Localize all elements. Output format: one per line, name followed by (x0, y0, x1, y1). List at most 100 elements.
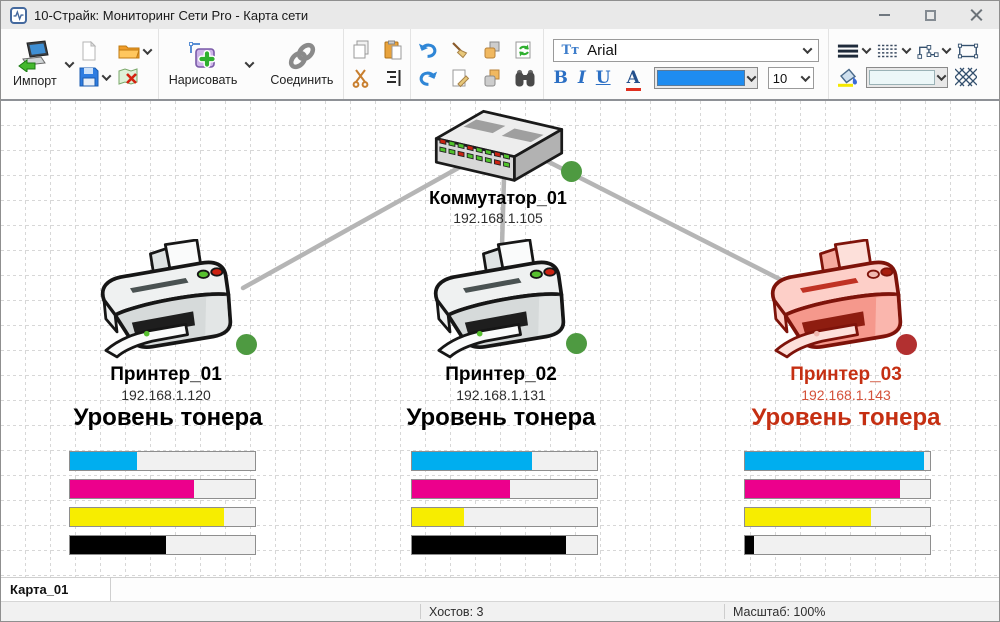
font-size-select[interactable]: 10 (768, 67, 814, 89)
toner-bar-cyan (411, 451, 598, 471)
printer1-label: Принтер_01 192.168.1.120 (46, 364, 286, 403)
align-lines-icon (383, 68, 403, 88)
printer3-ip: 192.168.1.143 (726, 387, 966, 403)
tab-map-01[interactable]: Карта_01 (1, 578, 111, 601)
font-family-select[interactable]: Tт Arial (553, 39, 819, 62)
font-family-value: Arial (587, 42, 796, 59)
toner-bar-magenta (69, 479, 256, 499)
send-backward-icon (482, 68, 502, 88)
paste-button[interactable] (383, 40, 403, 60)
select-area-button[interactable] (957, 41, 979, 61)
chain-link-icon (287, 41, 317, 71)
printer3-toner-title: Уровень тонера (726, 404, 966, 432)
redo-icon (418, 68, 438, 88)
statusbar-divider (420, 604, 421, 619)
line-style-icon (877, 41, 899, 61)
find-button[interactable] (514, 68, 536, 88)
import-chevron-icon[interactable] (64, 58, 74, 68)
printer2-toner-bars (411, 451, 598, 563)
statusbar-divider (724, 604, 725, 619)
connector-type-button[interactable] (917, 41, 950, 61)
draw-label: Нарисовать (169, 73, 238, 87)
edit-document-button[interactable] (450, 68, 470, 88)
printer3-device-icon[interactable] (763, 239, 915, 369)
text-color-select[interactable] (654, 67, 758, 89)
open-folder-icon (118, 41, 140, 61)
font-size-chevron-icon (800, 72, 810, 82)
import-button[interactable]: Импорт (10, 38, 60, 90)
hatch-pattern-button[interactable] (955, 67, 977, 87)
printer1-device-icon[interactable] (93, 239, 245, 369)
connector-type-chevron-icon (942, 44, 952, 54)
open-map-button[interactable] (118, 41, 151, 61)
fill-color-swatch (869, 70, 935, 85)
printer2-toner-title: Уровень тонера (381, 404, 621, 432)
open-chevron-icon[interactable] (142, 45, 152, 55)
copy-icon (351, 40, 371, 60)
clean-button[interactable] (450, 40, 470, 60)
refresh-map-button[interactable] (514, 40, 536, 60)
maximize-icon (925, 10, 936, 21)
font-group: Tт Arial B I U A 10 (544, 29, 829, 99)
line-width-button[interactable] (837, 41, 870, 61)
line-width-chevron-icon (862, 44, 872, 54)
save-icon (79, 67, 99, 87)
draw-chevron-icon[interactable] (245, 58, 255, 68)
bold-button[interactable]: B (553, 70, 567, 87)
line-style-button[interactable] (877, 41, 910, 61)
bring-forward-button[interactable] (482, 40, 502, 60)
text-color-swatch (657, 70, 745, 86)
align-button[interactable] (383, 68, 403, 88)
send-backward-button[interactable] (482, 68, 502, 88)
clipboard-group (344, 29, 411, 99)
text-color-chevron-icon (746, 72, 756, 82)
refresh-map-icon (514, 40, 534, 60)
printer1-status-dot (236, 334, 257, 355)
import-laptop-icon (17, 40, 53, 72)
printer3-toner-bars (744, 451, 931, 563)
scissors-icon (351, 68, 371, 88)
switch-device-icon[interactable] (429, 104, 569, 184)
toner-bar-yellow (411, 507, 598, 527)
maximize-button[interactable] (907, 1, 953, 29)
toner-bar-yellow (69, 507, 256, 527)
save-map-button[interactable] (79, 67, 110, 87)
paste-icon (383, 40, 403, 60)
draw-button[interactable]: Нарисовать (166, 39, 241, 89)
printer1-toner-bars (69, 451, 256, 563)
connect-button[interactable]: Соединить (267, 39, 336, 89)
copy-button[interactable] (351, 40, 371, 60)
minimize-button[interactable] (861, 1, 907, 29)
close-button[interactable] (953, 1, 999, 29)
binoculars-icon (514, 68, 536, 88)
font-color-button[interactable]: A (627, 70, 640, 87)
new-map-button[interactable] (79, 41, 110, 61)
redo-button[interactable] (418, 68, 438, 88)
map-canvas[interactable]: Коммутатор_01 192.168.1.105 Принтер_01 1… (1, 101, 999, 577)
cut-button[interactable] (351, 68, 371, 88)
draw-group: Нарисовать Соединить (159, 29, 345, 99)
switch-name: Коммутатор_01 (378, 188, 618, 209)
toner-bar-yellow (744, 507, 931, 527)
toner-bar-magenta (744, 479, 931, 499)
printer2-name: Принтер_02 (381, 364, 621, 386)
fill-color-button[interactable] (837, 67, 859, 87)
undo-button[interactable] (418, 40, 438, 60)
app-logo-icon (10, 7, 27, 24)
underline-button[interactable]: U (596, 70, 611, 87)
toner-bar-black (411, 535, 598, 555)
printer3-status-dot (896, 334, 917, 355)
printer2-status-dot (566, 333, 587, 354)
fill-color-select[interactable] (866, 67, 948, 88)
save-chevron-icon[interactable] (101, 71, 111, 81)
line-style-chevron-icon (902, 44, 912, 54)
draw-object-icon (188, 41, 218, 71)
printer2-device-icon[interactable] (426, 239, 578, 369)
delete-map-button[interactable] (118, 67, 151, 87)
font-family-chevron-icon (803, 44, 813, 54)
toner-bar-black (744, 535, 931, 555)
bring-forward-icon (482, 40, 502, 60)
window-title: 10-Страйк: Мониторинг Сети Pro - Карта с… (34, 8, 308, 23)
toolbar: Импорт (1, 29, 999, 99)
italic-button[interactable]: I (578, 70, 586, 87)
